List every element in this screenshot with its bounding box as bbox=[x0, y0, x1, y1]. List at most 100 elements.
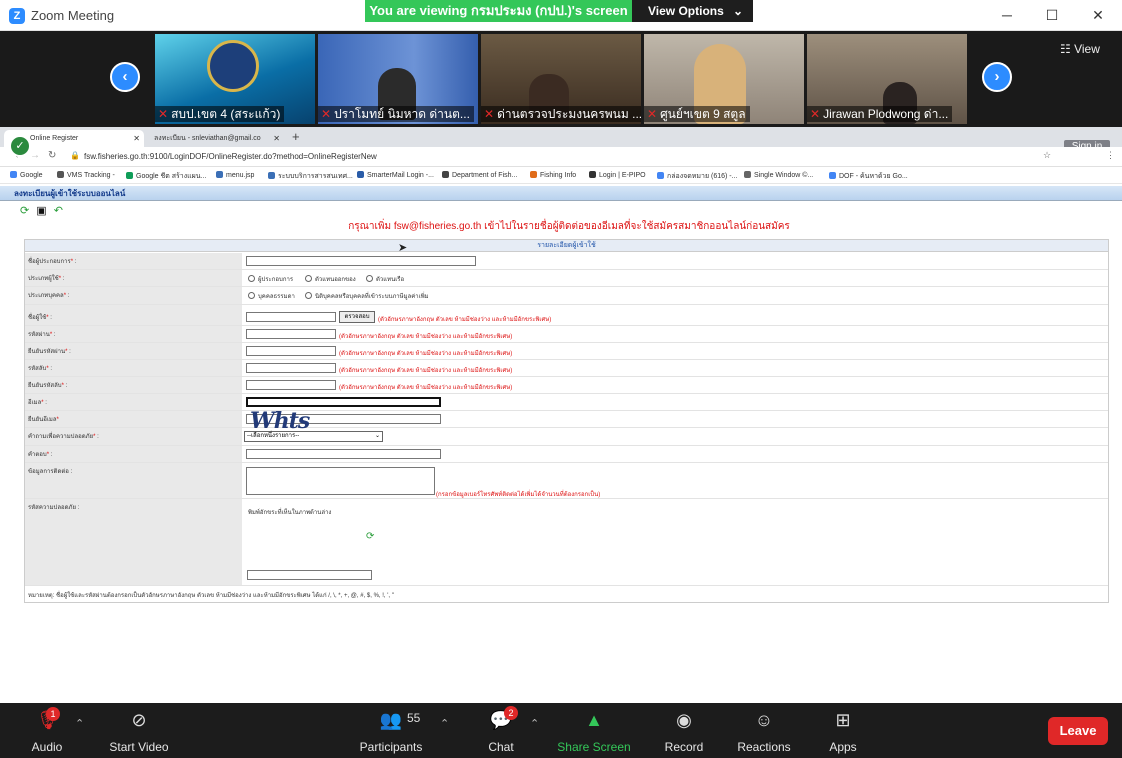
video-tile[interactable]: ✕ ด่านตรวจประมงนครพนม ... bbox=[481, 34, 641, 124]
new-tab-button[interactable]: + bbox=[292, 129, 300, 144]
org-name-input[interactable] bbox=[246, 256, 476, 266]
maximize-button[interactable]: ☐ bbox=[1042, 5, 1062, 25]
field-label: ข้อมูลการติดต่อ bbox=[28, 469, 69, 475]
bookmark-item[interactable]: กล่องจดหมาย (616) -... bbox=[657, 171, 737, 182]
username-input[interactable] bbox=[246, 312, 336, 322]
bookmark-label: menu.jsp bbox=[226, 172, 255, 179]
person-type-radio[interactable]: นิติบุคคลหรือบุคคลที่เข้าระบบภาษีมูลค่าเ… bbox=[305, 291, 429, 301]
form-row: ยืนยันรหัสลับ* : (ตัวอักษรภาษาอังกฤษ ตัว… bbox=[25, 377, 1108, 394]
browser-tab-gmail[interactable]: ลงทะเบียน - snleviathan@gmail.co ✕ bbox=[146, 130, 284, 147]
user-type-radio[interactable]: ผู้ประกอบการ bbox=[248, 274, 293, 284]
close-button[interactable]: ✕ bbox=[1088, 5, 1108, 25]
start-video-button[interactable]: ⊘ Start Video bbox=[107, 708, 171, 754]
record-button[interactable]: ◉ Record bbox=[663, 708, 705, 754]
bookmark-label: SmarterMail Login -... bbox=[367, 172, 434, 179]
close-tab-icon[interactable]: ✕ bbox=[133, 130, 140, 147]
bookmark-favicon-icon bbox=[357, 171, 364, 178]
address-bar[interactable]: ← → ↻ 🔒 fsw.fisheries.go.th:9100/LoginDO… bbox=[0, 147, 1122, 167]
video-tile[interactable]: ✕ ศูนย์ฯเขต 9 สตูล bbox=[644, 34, 804, 124]
participants-options-caret[interactable]: ⌃ bbox=[440, 717, 449, 730]
video-tile[interactable]: ✕ สบป.เขต 4 (สระแก้ว) bbox=[155, 34, 315, 124]
field-label: ยืนยันรหัสผ่าน bbox=[28, 349, 66, 355]
user-type-radio[interactable]: ตัวแทนเรือ bbox=[366, 274, 404, 284]
zoom-window: Z Zoom Meeting You are viewing กรมประมง … bbox=[0, 0, 1122, 758]
department-seal-icon bbox=[207, 40, 259, 92]
confirm-pin-input[interactable] bbox=[246, 380, 336, 390]
audio-options-caret[interactable]: ⌃ bbox=[75, 717, 84, 730]
save-icon[interactable]: ▣ bbox=[36, 205, 46, 217]
bookmark-item[interactable]: Login | E-PIPO bbox=[589, 171, 646, 179]
bookmark-label: Login | E-PIPO bbox=[599, 172, 646, 179]
user-type-radio[interactable]: ตัวแทนออกของ bbox=[305, 274, 356, 284]
share-banner: You are viewing กรมประมง (กปป.)'s screen bbox=[365, 0, 632, 22]
field-hint: (ตัวอักษรภาษาอังกฤษ ตัวเลข ห้ามมีช่องว่า… bbox=[339, 351, 513, 357]
person-type-radio[interactable]: บุคคลธรรมดา bbox=[248, 291, 295, 301]
apps-button[interactable]: ⊞ Apps bbox=[826, 708, 860, 754]
form-row: อีเมล* : bbox=[25, 394, 1108, 411]
form-row: ประเภทบุคคล* : บุคคลธรรมดา นิติบุคคลหรือ… bbox=[25, 287, 1108, 305]
bookmark-label: Fishing Info bbox=[540, 172, 577, 179]
forward-icon[interactable]: → bbox=[30, 150, 40, 161]
minimize-button[interactable]: ─ bbox=[997, 5, 1017, 25]
refresh-captcha-icon[interactable]: ⟳ bbox=[366, 531, 374, 542]
contact-info-textarea[interactable] bbox=[246, 467, 435, 495]
video-tile[interactable]: ✕ Jirawan Plodwong ด่า... bbox=[807, 34, 967, 124]
bookmark-item[interactable]: Department of Fish... bbox=[442, 171, 517, 179]
video-tile[interactable]: ✕ ปราโมทย์ นิมหาด ด่านต... bbox=[318, 34, 478, 124]
password-input[interactable] bbox=[246, 329, 336, 339]
bookmark-item[interactable]: Google bbox=[10, 171, 43, 179]
bookmark-label: Google ชีต สร้างแผน... bbox=[136, 173, 207, 180]
form-row: ประเภทผู้ใช้* : ผู้ประกอบการ ตัวแทนออกขอ… bbox=[25, 270, 1108, 287]
bookmark-item[interactable]: menu.jsp bbox=[216, 171, 254, 179]
notice-email: fsw@fisheries.go.th bbox=[393, 221, 482, 232]
bookmark-favicon-icon bbox=[657, 172, 664, 179]
field-label: รหัสผ่าน bbox=[28, 332, 50, 338]
share-screen-button[interactable]: ▲ Share Screen bbox=[556, 708, 632, 754]
captcha-input[interactable] bbox=[247, 570, 372, 580]
bookmark-item[interactable]: DOF - ค้นหาด้วย Go... bbox=[829, 171, 908, 182]
leave-button[interactable]: Leave bbox=[1048, 717, 1108, 745]
bookmark-item[interactable]: VMS Tracking - bbox=[57, 171, 115, 179]
shared-screen: Online Register ✕ ลงทะเบียน - snleviathan… bbox=[0, 127, 1122, 703]
field-label: ชื่อผู้ประกอบการ bbox=[28, 259, 71, 265]
field-label: ประเภทบุคคล bbox=[28, 293, 64, 299]
field-label: รหัสลับ bbox=[28, 366, 47, 372]
close-tab-icon[interactable]: ✕ bbox=[273, 130, 280, 147]
back-arrow-icon[interactable]: ↶ bbox=[54, 205, 63, 217]
reactions-button[interactable]: ☺ Reactions bbox=[735, 708, 793, 754]
chat-options-caret[interactable]: ⌃ bbox=[530, 717, 539, 730]
bookmark-item[interactable]: Fishing Info bbox=[530, 171, 576, 179]
bookmark-item[interactable]: ระบบบริการสารสนเทศ... bbox=[268, 171, 353, 182]
form-row: รหัสผ่าน* : (ตัวอักษรภาษาอังกฤษ ตัวเลข ห… bbox=[25, 326, 1108, 343]
bookmark-favicon-icon bbox=[57, 171, 64, 178]
bookmark-item[interactable]: Single Window ©... bbox=[744, 171, 813, 179]
chevron-down-icon: ⌄ bbox=[374, 433, 380, 439]
reactions-icon: ☺ bbox=[754, 710, 774, 730]
mic-muted-icon: ✕ bbox=[484, 107, 495, 121]
window-title: Zoom Meeting bbox=[31, 8, 115, 23]
participants-count: 55 bbox=[407, 711, 421, 725]
bookmark-star-icon[interactable]: ☆ bbox=[1043, 150, 1051, 161]
confirm-password-input[interactable] bbox=[246, 346, 336, 356]
gallery-prev-button[interactable]: ‹ bbox=[110, 62, 140, 92]
view-layout-button[interactable]: ☷ View bbox=[1060, 42, 1100, 56]
answer-input[interactable] bbox=[246, 449, 441, 459]
refresh-icon[interactable]: ⟳ bbox=[20, 205, 29, 217]
participant-name: Jirawan Plodwong ด่า... bbox=[823, 107, 949, 121]
bookmark-favicon-icon bbox=[589, 171, 596, 178]
apps-icon: ⊞ bbox=[835, 710, 851, 730]
reload-icon[interactable]: ↻ bbox=[48, 150, 56, 161]
notice-text: เข้าไปในรายชื่อผู้ติดต่อของอีเมลที่จะใช้… bbox=[481, 221, 790, 232]
browser-menu-icon[interactable]: ⋮ bbox=[1106, 150, 1115, 161]
gallery-next-button[interactable]: › bbox=[982, 62, 1012, 92]
pin-input[interactable] bbox=[246, 363, 336, 373]
check-username-button[interactable]: ตรวจสอบ bbox=[339, 311, 375, 323]
bookmark-item[interactable]: SmarterMail Login -... bbox=[357, 171, 434, 179]
view-options-button[interactable]: View Options ⌄ bbox=[632, 0, 753, 22]
form-row: คำถามเพื่อความปลอดภัย* : --เลือกหนึ่งราย… bbox=[25, 428, 1108, 446]
field-label: รหัสความปลอดภัย bbox=[28, 505, 77, 511]
bookmark-item[interactable]: Google ชีต สร้างแผน... bbox=[126, 171, 206, 182]
url-text[interactable]: fsw.fisheries.go.th:9100/LoginDOF/Online… bbox=[84, 152, 377, 161]
email-input[interactable] bbox=[246, 397, 441, 407]
participant-name: ปราโมทย์ นิมหาด ด่านต... bbox=[334, 107, 470, 121]
